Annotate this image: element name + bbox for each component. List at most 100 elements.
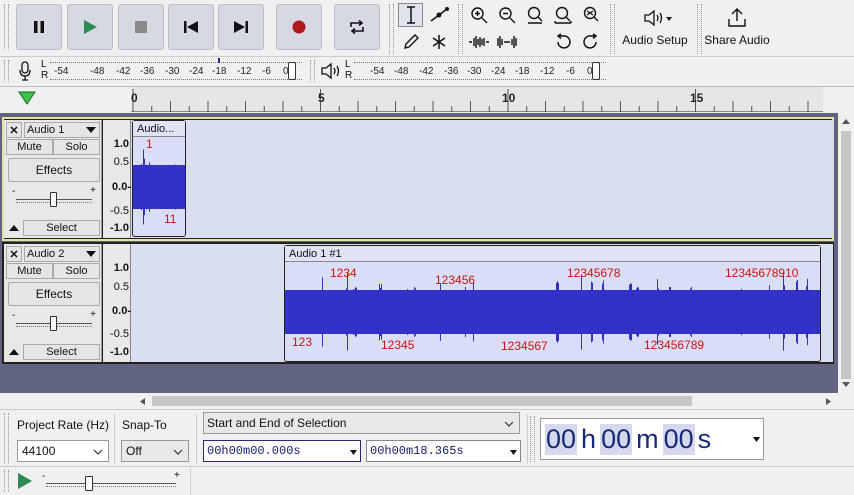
snap-to-label: Snap-To [122, 418, 167, 432]
silence-audio-button[interactable] [494, 30, 519, 54]
play-meter-grip[interactable] [310, 60, 315, 82]
share-grip[interactable] [697, 4, 702, 54]
play-at-speed-icon[interactable] [16, 472, 34, 490]
edit-grip[interactable] [458, 4, 463, 54]
pause-button[interactable] [16, 4, 62, 50]
track-1-close-button[interactable]: ✕ [6, 122, 22, 138]
selection-tool[interactable] [398, 3, 423, 27]
play-speed-thumb[interactable] [85, 476, 93, 491]
track-1-clip[interactable]: Audio... [132, 120, 186, 237]
record-level-slider[interactable] [288, 62, 296, 80]
track-2-label[interactable]: 1234 [330, 266, 357, 280]
track-1-label[interactable]: 11 [164, 212, 176, 226]
undo-icon [556, 33, 571, 49]
track-1-scale: 1.0 0.5 0.0- -0.5 -1.0 [103, 120, 131, 238]
record-meter[interactable]: -54 -48 -42 -36 -30 -24 -18 -12 -6 0 [50, 58, 302, 83]
skip-start-button[interactable] [168, 4, 214, 50]
share-audio-button[interactable]: Share Audio [703, 4, 771, 52]
time-toolbar-grip[interactable] [530, 416, 535, 462]
stop-button[interactable] [118, 4, 164, 50]
track-2-label[interactable]: 1234567 [501, 339, 548, 353]
track-2-label[interactable]: 123 [292, 335, 312, 349]
track-2-solo-button[interactable]: Solo [53, 263, 100, 279]
track-1-select-button[interactable]: Select [23, 220, 100, 236]
timeline-play-head-icon[interactable] [17, 90, 37, 106]
audio-setup-button[interactable]: Audio Setup [618, 4, 692, 52]
track-2-label[interactable]: 123456 [435, 273, 475, 287]
microphone-icon[interactable] [18, 61, 32, 81]
track-1-gain-slider[interactable]: - + [12, 185, 96, 210]
track-2-menu[interactable]: Audio 2 [24, 246, 100, 262]
track-2-mute-button[interactable]: Mute [6, 263, 53, 279]
zoom-in-button[interactable] [466, 3, 491, 27]
timeline-ruler[interactable] [131, 87, 823, 112]
play-speed-slider[interactable]: - + [42, 470, 182, 492]
record-button[interactable] [276, 4, 322, 50]
track-2-label[interactable]: 12345678 [567, 266, 620, 280]
undo-button[interactable] [550, 30, 575, 54]
track-2-gain-slider[interactable]: - + [12, 309, 96, 334]
track-2-effects-button[interactable]: Effects [8, 282, 100, 306]
scroll-left-icon[interactable] [139, 397, 146, 406]
track-2-collapse-icon[interactable] [8, 347, 20, 357]
vertical-scroll-thumb[interactable] [841, 131, 851, 379]
track-2-label[interactable]: 12345678910 [725, 266, 798, 280]
track-1-gain-thumb[interactable] [50, 192, 57, 207]
track-1-control-panel[interactable]: ✕ Audio 1 Mute Solo Effects - + Select [4, 120, 102, 238]
toolbar-grip[interactable] [4, 4, 9, 50]
play-speed-grip[interactable] [4, 470, 9, 492]
record-meter-grip[interactable] [4, 60, 9, 82]
track-1-mute-button[interactable]: Mute [6, 139, 53, 155]
skip-end-button[interactable] [218, 4, 264, 50]
scroll-right-icon[interactable] [825, 397, 832, 406]
envelope-tool[interactable] [426, 3, 451, 27]
big-time-display[interactable]: 00 h 00 m 00 s [540, 418, 764, 460]
track-1-clip-title[interactable]: Audio... [133, 121, 185, 137]
track-2-clip[interactable]: Audio 1 #1 [284, 245, 821, 362]
track-2-clip-title[interactable]: Audio 1 #1 [285, 246, 820, 262]
track-2-label[interactable]: 12345 [381, 338, 414, 352]
loop-button[interactable] [334, 4, 380, 50]
track-2-close-button[interactable]: ✕ [6, 246, 22, 262]
track-1-waveform-area[interactable] [131, 120, 833, 238]
horizontal-scrollbar[interactable] [131, 393, 838, 409]
scroll-down-icon[interactable] [841, 381, 851, 388]
selection-mode-select[interactable]: Start and End of Selection [203, 412, 520, 434]
play-button[interactable] [67, 4, 113, 50]
selection-start-time[interactable]: 00h00m00.000s [203, 440, 361, 462]
snap-to-select[interactable]: Off [121, 440, 189, 462]
zoom-toggle-button[interactable] [578, 3, 603, 27]
setup-grip[interactable] [610, 4, 615, 54]
track-2-gain-thumb[interactable] [50, 316, 57, 331]
tools-grip[interactable] [389, 4, 394, 54]
selection-end-time[interactable]: 00h00m18.365s [366, 440, 521, 462]
fit-selection-button[interactable] [522, 3, 547, 27]
track-1-label[interactable]: 1 [146, 137, 153, 151]
play-level-slider[interactable] [592, 62, 600, 80]
project-rate-select[interactable]: 44100 [17, 440, 109, 462]
zoom-out-button[interactable] [494, 3, 519, 27]
redo-button[interactable] [578, 30, 603, 54]
track-2-label[interactable]: 123456789 [644, 338, 704, 352]
multi-tool[interactable] [426, 30, 451, 54]
play-icon [84, 20, 97, 34]
vertical-scrollbar[interactable] [838, 113, 854, 393]
fit-project-button[interactable] [550, 3, 575, 27]
play-meter[interactable]: -54 -48 -42 -36 -30 -24 -18 -12 -6 0 [354, 59, 606, 83]
track-2-select-button[interactable]: Select [23, 344, 100, 360]
play-meter-tick: -18 [515, 66, 530, 77]
play-meter-lr: LR [345, 59, 353, 81]
track-2-control-panel[interactable]: ✕ Audio 2 Mute Solo Effects - + Select [4, 244, 102, 362]
track-1-collapse-icon[interactable] [8, 223, 20, 233]
scroll-up-icon[interactable] [841, 118, 851, 125]
draw-tool[interactable] [398, 30, 423, 54]
track-1-effects-button[interactable]: Effects [8, 158, 100, 182]
track-1-solo-button[interactable]: Solo [53, 139, 100, 155]
selection-toolbar-grip[interactable] [4, 413, 9, 463]
horizontal-scroll-thumb[interactable] [152, 396, 692, 406]
big-time-menu-arrow-icon [753, 437, 760, 442]
track-1-menu[interactable]: Audio 1 [24, 122, 100, 138]
speaker-meter-icon[interactable] [320, 62, 342, 80]
trim-audio-button[interactable] [466, 30, 491, 54]
loop-icon [350, 19, 364, 35]
